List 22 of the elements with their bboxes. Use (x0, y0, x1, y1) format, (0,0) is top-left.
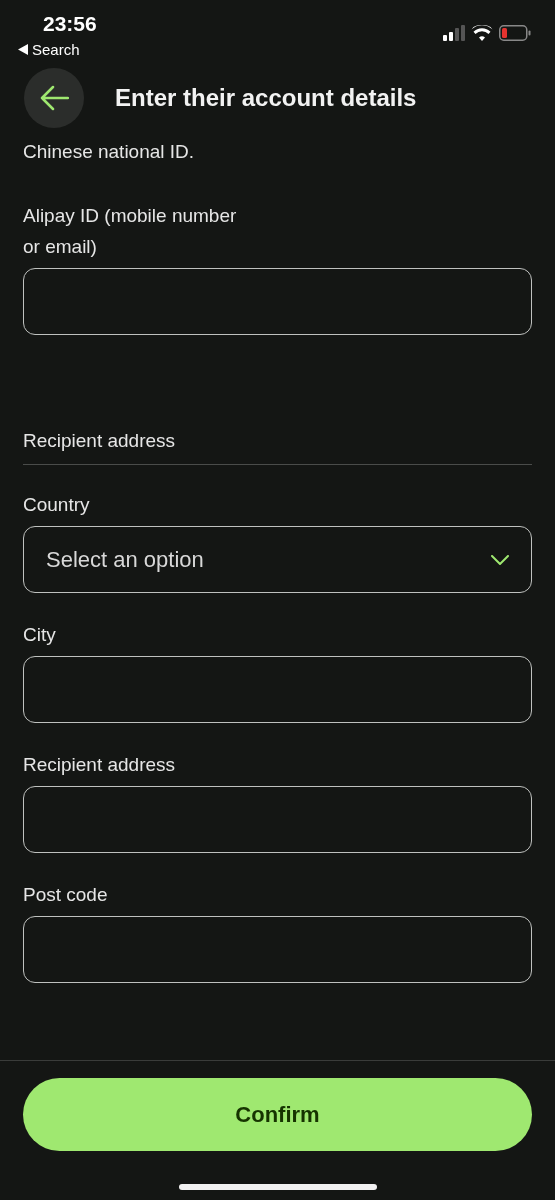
input-field[interactable] (23, 786, 532, 853)
input-field[interactable] (23, 916, 532, 983)
field-label: Post code (23, 883, 109, 907)
field-label: Recipient address (23, 753, 177, 777)
select-field[interactable]: Select an option (23, 526, 532, 593)
page-title: Enter their account details (115, 83, 417, 113)
intro-text: Chinese national ID. (23, 140, 196, 164)
input-field[interactable] (23, 268, 532, 335)
status-time: 23:56 (43, 11, 97, 37)
battery-icon (499, 25, 531, 41)
section-title: Recipient address (23, 429, 177, 453)
field-label: Alipay ID (mobile number or email) (23, 204, 238, 259)
signal-icon (443, 25, 465, 41)
field-label: Country (23, 493, 91, 517)
back-triangle-icon (18, 44, 28, 55)
wifi-icon (471, 25, 493, 41)
back-arrow-icon (39, 85, 69, 111)
chevron-down-icon (491, 554, 509, 565)
back-link[interactable]: Search (18, 39, 80, 60)
confirm-button[interactable]: Confirm (23, 1078, 532, 1151)
field-label: City (23, 623, 57, 647)
input-field[interactable] (23, 656, 532, 723)
